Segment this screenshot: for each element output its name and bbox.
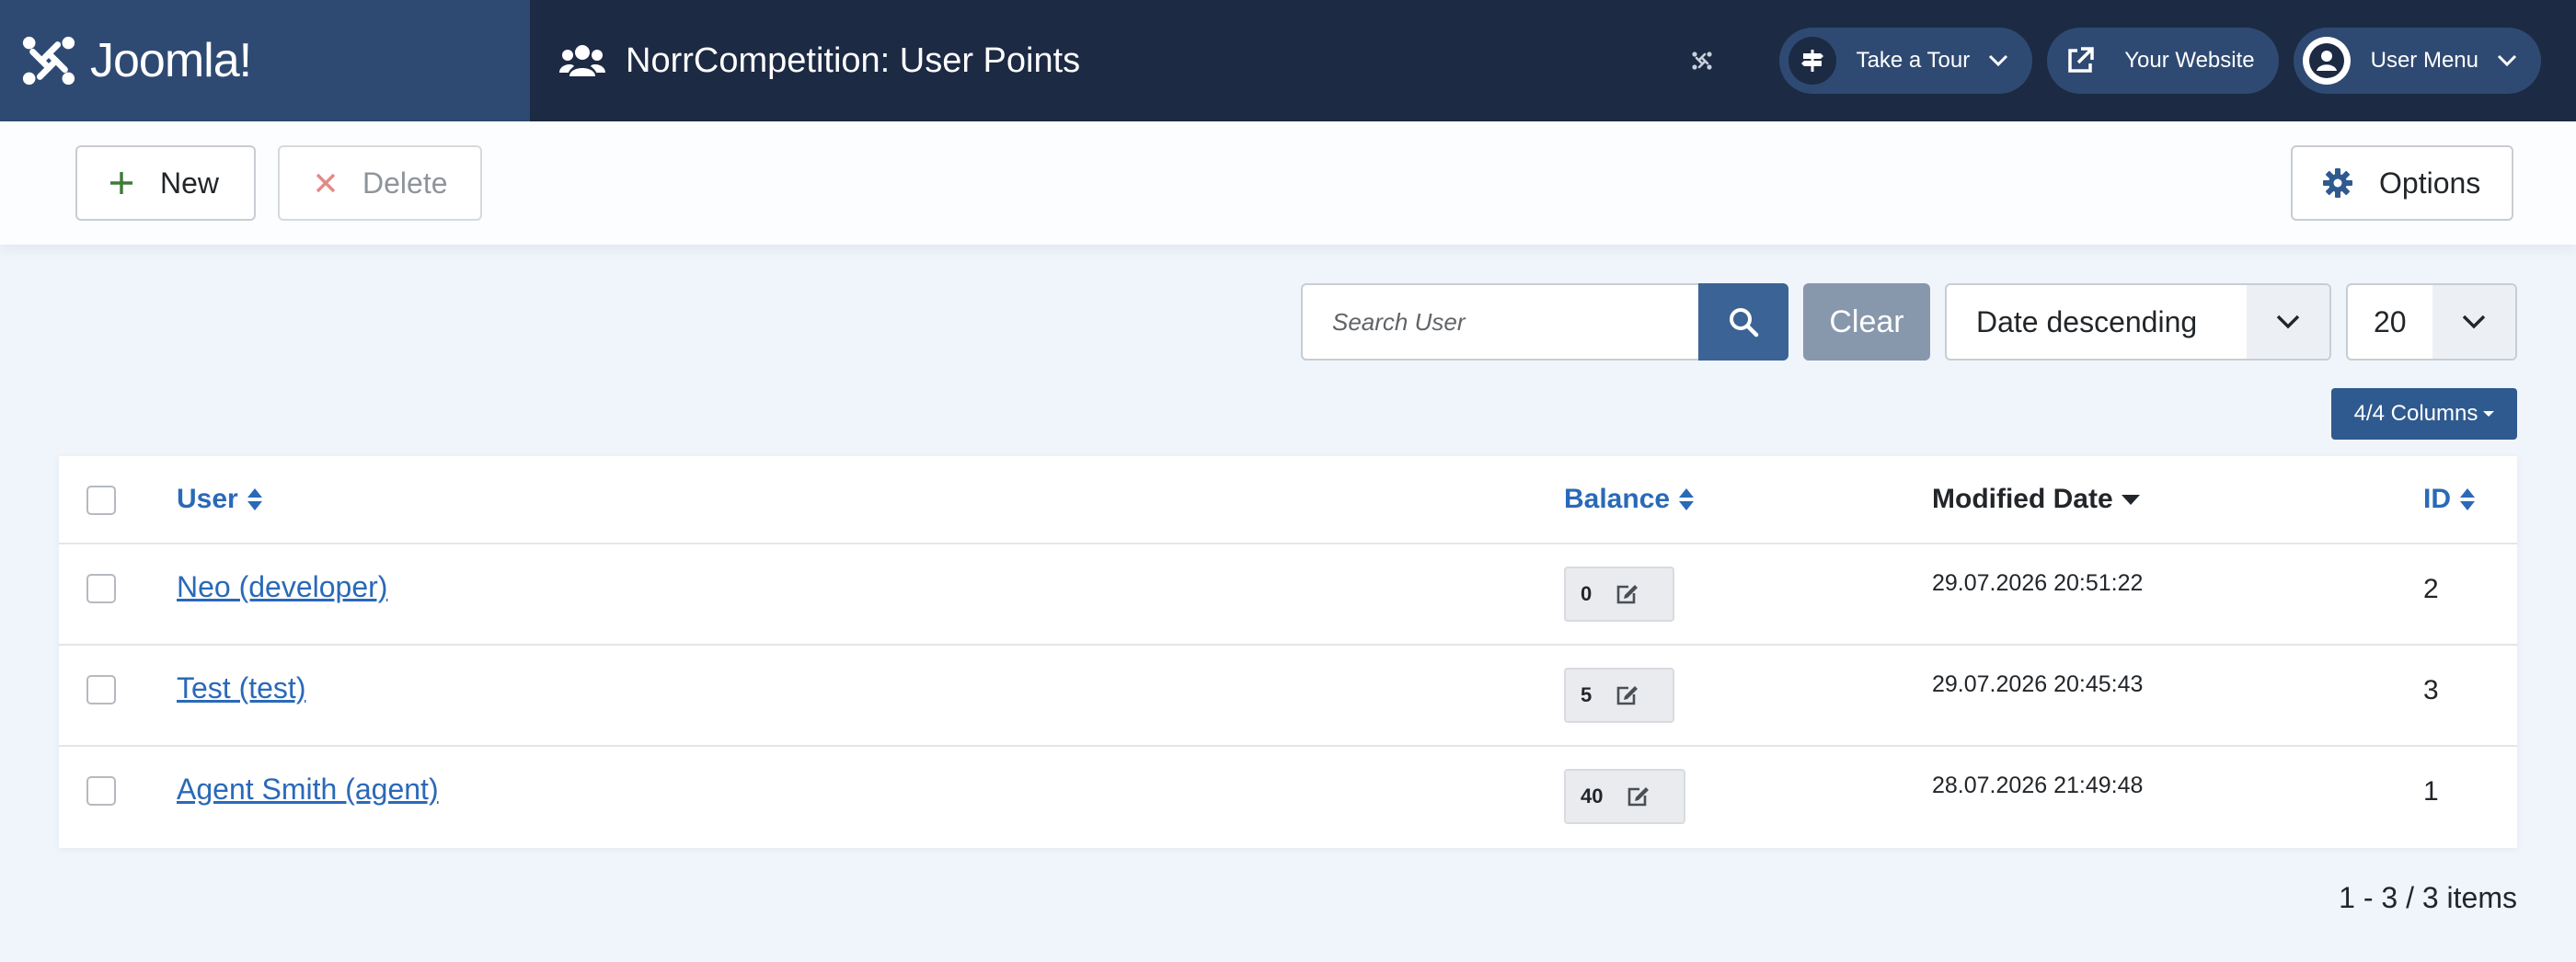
modified-date: 29.07.2026 20:51:22 bbox=[1932, 570, 2144, 596]
table-header-row: User Balance Modified Date ID bbox=[59, 456, 2517, 544]
row-checkbox[interactable] bbox=[86, 574, 116, 603]
chevron-down-icon bbox=[2497, 54, 2517, 67]
user-menu-button[interactable]: User Menu bbox=[2293, 28, 2541, 94]
new-label: New bbox=[160, 166, 220, 200]
logo-wordmark: Joomla! bbox=[90, 34, 252, 87]
balance-value: 40 bbox=[1581, 784, 1604, 807]
external-link-icon bbox=[2056, 37, 2104, 85]
sort-icon bbox=[1679, 488, 1695, 510]
plus-icon bbox=[109, 170, 134, 196]
joomla-logo-icon bbox=[22, 36, 75, 86]
row-id: 1 bbox=[2423, 776, 2439, 807]
top-header: Joomla! NorrCompetition: User Points Tak… bbox=[0, 0, 2576, 121]
header-actions: Take a Tour Your Website User Menu bbox=[1691, 28, 2541, 94]
column-header-modified-label: Modified Date bbox=[1932, 484, 2113, 514]
edit-icon bbox=[1616, 583, 1639, 605]
user-menu-label: User Menu bbox=[2370, 48, 2478, 73]
table-row: Test (test) 5 29.07.2026 20:45:43 3 bbox=[59, 646, 2517, 747]
caret-down-icon bbox=[2483, 411, 2495, 417]
users-icon bbox=[559, 45, 605, 76]
clear-button[interactable]: Clear bbox=[1803, 283, 1930, 361]
row-id: 3 bbox=[2423, 675, 2439, 705]
user-link[interactable]: Agent Smith (agent) bbox=[177, 773, 439, 807]
your-website-label: Your Website bbox=[2124, 48, 2255, 73]
take-a-tour-label: Take a Tour bbox=[1856, 48, 1971, 73]
sort-icon bbox=[2460, 488, 2475, 510]
page-heading: NorrCompetition: User Points bbox=[559, 41, 1080, 81]
modified-date: 29.07.2026 20:45:43 bbox=[1932, 671, 2144, 697]
edit-icon bbox=[1627, 785, 1650, 807]
user-points-table: User Balance Modified Date ID Neo (devel… bbox=[59, 456, 2517, 848]
chevron-down-icon bbox=[2432, 285, 2515, 359]
user-link[interactable]: Neo (developer) bbox=[177, 570, 387, 604]
row-id: 2 bbox=[2423, 574, 2439, 604]
sort-icon bbox=[247, 488, 262, 510]
user-link[interactable]: Test (test) bbox=[177, 671, 305, 705]
new-button[interactable]: New bbox=[75, 145, 256, 221]
take-a-tour-button[interactable]: Take a Tour bbox=[1778, 28, 2033, 94]
sort-descending-icon bbox=[2121, 495, 2140, 505]
column-header-user[interactable]: User bbox=[177, 484, 264, 515]
gear-icon bbox=[2322, 167, 2353, 199]
balance-edit-button[interactable]: 40 bbox=[1564, 769, 1685, 824]
options-label: Options bbox=[2379, 166, 2481, 200]
delete-label: Delete bbox=[362, 166, 448, 200]
page-title: NorrCompetition: User Points bbox=[626, 40, 1081, 80]
column-header-modified-date[interactable]: Modified Date bbox=[1932, 484, 2141, 515]
columns-toggle-button[interactable]: 4/4 Columns bbox=[2331, 388, 2517, 440]
chevron-down-icon bbox=[1989, 54, 2008, 67]
user-circle-icon bbox=[2302, 37, 2351, 85]
search-button[interactable] bbox=[1698, 283, 1788, 361]
balance-value: 5 bbox=[1581, 683, 1593, 706]
balance-edit-button[interactable]: 0 bbox=[1564, 567, 1674, 622]
close-icon bbox=[315, 172, 337, 194]
edit-icon bbox=[1616, 684, 1639, 706]
toolbar: New Delete Options bbox=[0, 121, 2576, 245]
ordering-select[interactable]: Date descending bbox=[1945, 283, 2331, 361]
pagination-summary: 1 - 3 / 3 items bbox=[2339, 881, 2517, 914]
modified-date: 28.07.2026 21:49:48 bbox=[1932, 773, 2144, 798]
row-checkbox[interactable] bbox=[86, 675, 116, 704]
chevron-down-icon bbox=[2247, 285, 2329, 359]
joomla-logo[interactable]: Joomla! bbox=[0, 0, 530, 121]
select-all-checkbox[interactable] bbox=[86, 486, 116, 515]
list-limit-value: 20 bbox=[2374, 304, 2407, 338]
column-header-id-label: ID bbox=[2423, 484, 2451, 514]
ordering-value: Date descending bbox=[1976, 304, 2198, 338]
columns-toggle-label: 4/4 Columns bbox=[2353, 401, 2478, 426]
list-limit-select[interactable]: 20 bbox=[2346, 283, 2517, 361]
column-header-balance-label: Balance bbox=[1564, 484, 1671, 514]
column-header-id[interactable]: ID bbox=[2423, 484, 2477, 515]
delete-button[interactable]: Delete bbox=[278, 145, 482, 221]
search-icon bbox=[1730, 308, 1759, 338]
table-row: Agent Smith (agent) 40 28.07.2026 21:49:… bbox=[59, 747, 2517, 848]
search-input[interactable] bbox=[1301, 283, 1698, 361]
joomla-small-icon[interactable] bbox=[1691, 50, 1713, 72]
options-button[interactable]: Options bbox=[2291, 145, 2513, 221]
column-header-user-label: User bbox=[177, 484, 238, 514]
row-checkbox[interactable] bbox=[86, 776, 116, 806]
table-row: Neo (developer) 0 29.07.2026 20:51:22 2 bbox=[59, 544, 2517, 646]
column-header-balance[interactable]: Balance bbox=[1564, 484, 1696, 515]
balance-value: 0 bbox=[1581, 582, 1593, 605]
signpost-icon bbox=[1788, 37, 1836, 85]
balance-edit-button[interactable]: 5 bbox=[1564, 668, 1674, 723]
your-website-button[interactable]: Your Website bbox=[2047, 28, 2279, 94]
